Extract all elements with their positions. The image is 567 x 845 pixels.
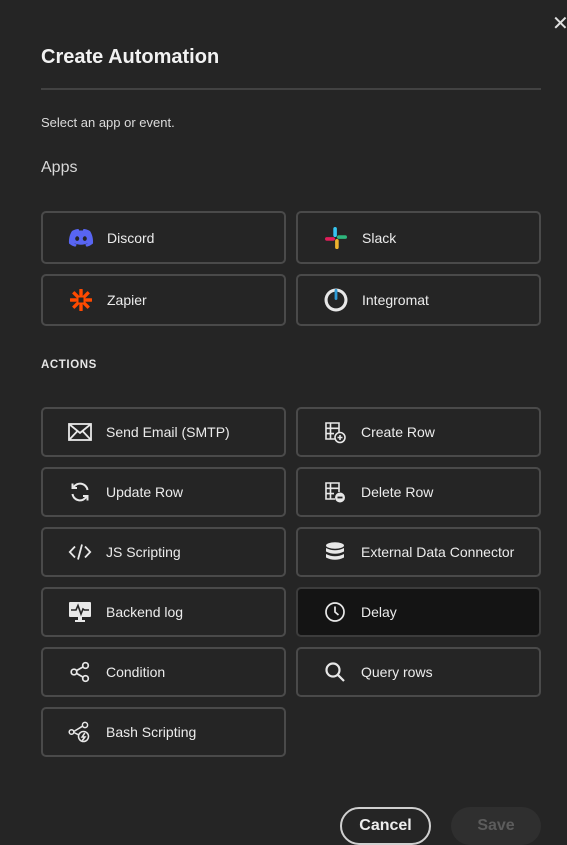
action-card-update-row[interactable]: Update Row	[41, 467, 286, 517]
action-label: Send Email (SMTP)	[106, 424, 230, 440]
table-plus-icon	[322, 420, 348, 444]
action-label: Condition	[106, 664, 166, 680]
title-divider	[41, 88, 541, 90]
action-card-bash-scripting[interactable]: Bash Scripting	[41, 707, 286, 757]
app-label: Slack	[362, 229, 397, 246]
action-label: Delete Row	[361, 484, 434, 500]
app-label: Zapier	[107, 292, 147, 308]
action-card-create-row[interactable]: Create Row	[296, 407, 541, 457]
action-label: Backend log	[106, 604, 184, 620]
integromat-icon	[323, 288, 349, 312]
dialog-subtitle: Select an app or event.	[41, 115, 175, 130]
action-label: JS Scripting	[106, 544, 181, 560]
action-label: Query rows	[361, 664, 433, 680]
zapier-icon	[68, 288, 94, 312]
monitor-pulse-icon	[67, 600, 93, 624]
action-card-delay[interactable]: Delay	[296, 587, 541, 637]
slack-icon	[323, 226, 349, 250]
action-card-delete-row[interactable]: Delete Row	[296, 467, 541, 517]
action-card-external-data-connector[interactable]: External Data Connector	[296, 527, 541, 577]
clock-icon	[322, 600, 348, 624]
app-card-zapier[interactable]: Zapier	[41, 274, 286, 326]
app-label: Integromat	[362, 292, 429, 308]
close-icon[interactable]: ✕	[552, 14, 567, 34]
app-card-slack[interactable]: Slack	[296, 211, 541, 264]
cancel-button[interactable]: Cancel	[340, 807, 431, 845]
action-label: External Data Connector	[361, 544, 515, 560]
app-label: Discord	[107, 229, 155, 246]
actions-heading: ACTIONS	[41, 359, 97, 371]
action-card-condition[interactable]: Condition	[41, 647, 286, 697]
table-minus-icon	[322, 480, 348, 504]
refresh-icon	[67, 480, 93, 504]
discord-icon	[68, 226, 94, 250]
action-label: Delay	[361, 604, 397, 620]
action-card-backend-log[interactable]: Backend log	[41, 587, 286, 637]
action-card-send-email[interactable]: Send Email (SMTP)	[41, 407, 286, 457]
dialog-title: Create Automation	[41, 46, 220, 68]
action-card-js-scripting[interactable]: JS Scripting	[41, 527, 286, 577]
database-icon	[322, 540, 348, 564]
search-icon	[322, 660, 348, 684]
action-label: Bash Scripting	[106, 724, 197, 740]
apps-heading: Apps	[41, 159, 78, 176]
app-card-discord[interactable]: Discord	[41, 211, 286, 264]
action-label: Create Row	[361, 424, 435, 440]
app-card-integromat[interactable]: Integromat	[296, 274, 541, 326]
share-icon	[67, 660, 93, 684]
action-label: Update Row	[106, 484, 184, 500]
action-card-query-rows[interactable]: Query rows	[296, 647, 541, 697]
save-button[interactable]: Save	[451, 807, 541, 845]
mail-icon	[67, 420, 93, 444]
code-icon	[67, 540, 93, 564]
bash-flow-icon	[67, 720, 93, 744]
